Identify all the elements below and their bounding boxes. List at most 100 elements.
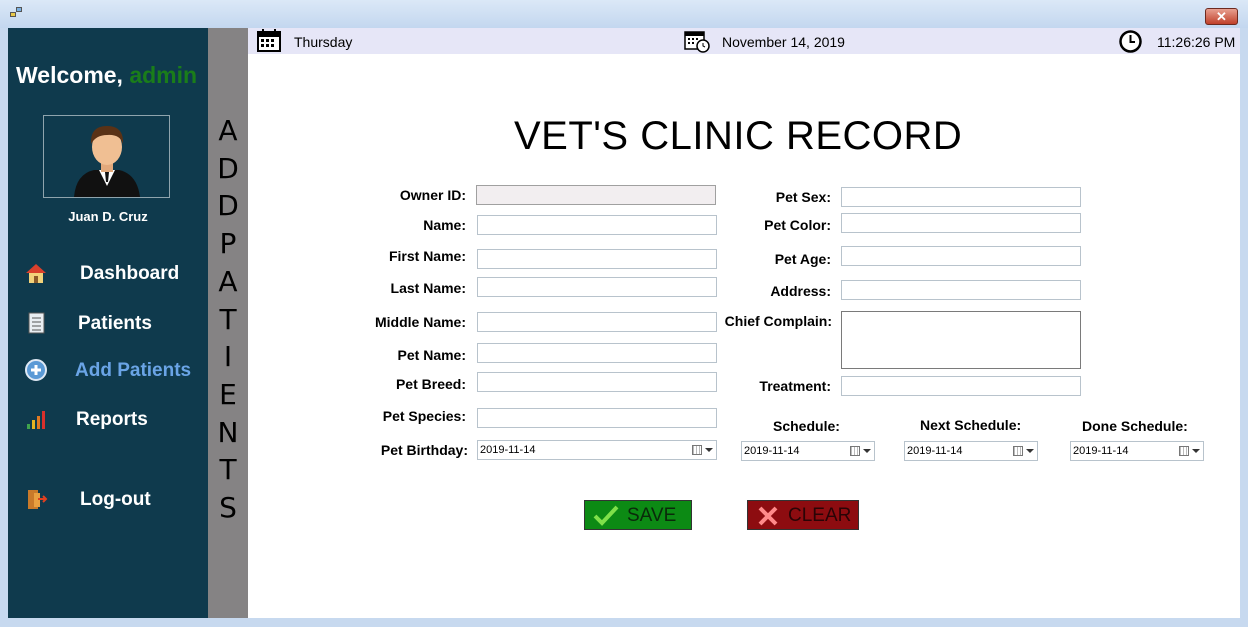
vertical-banner-text: A D D P A T I E N T S [208,112,248,527]
pet-species-label: Pet Species: [382,408,466,424]
banner-letter: D [217,189,239,223]
sidebar-item-reports[interactable]: Reports [8,401,208,437]
banner-letter: E [219,377,237,411]
done-schedule-label: Done Schedule: [1082,418,1188,434]
bar-chart-icon [27,411,45,429]
pet-age-label: Pet Age: [774,251,831,267]
sidebar-item-logout[interactable]: Log-out [8,481,208,517]
current-time: 11:26:26 PM [1157,34,1236,50]
owner-id-label: Owner ID: [399,187,466,203]
current-day: Thursday [294,34,353,50]
app-window-icon [10,7,24,19]
pet-sex-field[interactable] [841,187,1081,207]
sidebar-item-label: Dashboard [80,263,180,284]
pet-age-field[interactable] [841,246,1081,266]
done-schedule-datepicker[interactable]: 2019-11-14 [1070,441,1204,461]
next-schedule-label: Next Schedule: [920,417,1022,433]
clock-icon [1119,30,1142,53]
banner-letter: A [218,264,238,298]
pet-name-label: Pet Name: [397,347,466,363]
next-schedule-value: 2019-11-14 [907,445,963,457]
banner-letter: P [219,227,237,261]
pet-birthday-value: 2019-11-14 [480,444,536,456]
pet-birthday-datepicker[interactable]: 2019-11-14 [477,440,717,460]
window-titlebar: ✕ [0,0,1248,28]
sidebar-item-label: Add Patients [75,360,192,381]
window-frame-bottom [0,618,1248,627]
welcome-username: admin [129,62,198,88]
calendar-clock-icon [684,31,710,53]
businessman-avatar-icon [74,126,140,197]
done-schedule-value: 2019-11-14 [1073,445,1129,457]
welcome-prefix: Welcome, [16,62,123,88]
logged-in-user-name: Juan D. Cruz [68,209,148,224]
calendar-dropdown-icon[interactable] [691,444,713,457]
main-content: Thursday November 14, 2019 11:26:26 PM V… [248,28,1240,618]
banner-letter: T [219,453,237,487]
current-date: November 14, 2019 [722,34,845,50]
clear-button[interactable]: CLEAR [747,500,859,530]
clear-button-label: CLEAR [788,505,852,526]
next-schedule-datepicker[interactable]: 2019-11-14 [904,441,1038,461]
name-field[interactable] [477,215,717,235]
banner-letter: S [219,491,237,525]
window-frame-right [1240,28,1248,627]
pet-breed-label: Pet Breed: [395,376,466,392]
last-name-field[interactable] [477,277,717,297]
first-name-label: First Name: [388,248,466,264]
plus-circle-icon [25,359,47,381]
middle-name-field[interactable] [477,312,717,332]
last-name-label: Last Name: [390,280,466,296]
treatment-label: Treatment: [759,378,831,394]
name-label: Name: [423,217,466,233]
schedule-label: Schedule: [773,418,840,434]
sidebar-item-label: Log-out [80,489,151,510]
banner-letter: D [217,151,239,185]
address-label: Address: [770,283,831,299]
middle-name-label: Middle Name: [374,314,466,330]
house-icon [26,264,46,283]
pet-breed-field[interactable] [477,372,717,392]
owner-id-field[interactable] [476,185,716,205]
pet-sex-label: Pet Sex: [775,189,831,205]
save-button-label: SAVE [627,505,677,526]
address-field[interactable] [841,280,1081,300]
sidebar-item-label: Patients [78,313,152,334]
sidebar: Welcome, admin Juan D. Cruz Dashboard Pa… [8,28,208,618]
pet-color-field[interactable] [841,213,1081,233]
banner-letter: T [219,302,237,336]
chief-complain-label: Chief Complain: [724,313,832,329]
status-bar: Thursday November 14, 2019 11:26:26 PM [248,28,1240,54]
schedule-value: 2019-11-14 [744,445,800,457]
page-title: VET'S CLINIC RECORD [514,114,963,158]
pet-color-label: Pet Color: [764,217,831,233]
banner-letter: I [223,340,233,374]
treatment-field[interactable] [841,376,1081,396]
save-button[interactable]: SAVE [584,500,692,530]
sidebar-item-add-patients[interactable]: Add Patients [8,352,208,388]
first-name-field[interactable] [477,249,717,269]
banner-letter: N [217,415,239,449]
sidebar-item-patients[interactable]: Patients [8,305,208,341]
chief-complain-textarea[interactable] [841,311,1081,369]
calendar-dropdown-icon[interactable] [849,445,871,458]
pet-species-field[interactable] [477,408,717,428]
checkmark-icon [593,505,619,526]
calendar-dropdown-icon[interactable] [1178,445,1200,458]
window-frame-left [0,28,8,627]
pet-name-field[interactable] [477,343,717,363]
sidebar-item-label: Reports [76,409,148,430]
schedule-datepicker[interactable]: 2019-11-14 [741,441,875,461]
avatar [43,115,170,198]
notebook-icon [28,312,45,334]
welcome-text: Welcome, admin [16,62,197,89]
calendar-icon [257,29,281,52]
window-close-button[interactable]: ✕ [1205,8,1238,25]
x-mark-icon [758,506,778,526]
pet-birthday-label: Pet Birthday: [380,442,468,458]
sidebar-item-dashboard[interactable]: Dashboard [8,255,208,291]
vertical-banner: A D D P A T I E N T S [208,28,248,618]
logout-door-icon [28,490,48,509]
banner-letter: A [218,114,238,147]
calendar-dropdown-icon[interactable] [1012,445,1034,458]
